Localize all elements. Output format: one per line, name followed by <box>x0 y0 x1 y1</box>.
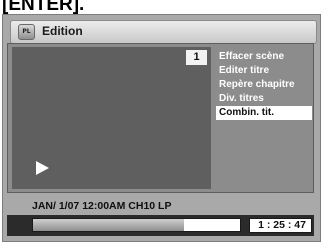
menu-item-div-titres[interactable]: Div. titres <box>216 92 312 106</box>
elapsed-time: 1 : 25 : 47 <box>249 218 312 233</box>
menu-item-editer-titre[interactable]: Editer titre <box>216 64 312 78</box>
menu-item-repere-chapitre[interactable]: Repère chapitre <box>216 78 312 92</box>
progress-bar[interactable] <box>32 218 241 232</box>
edit-menu: Effacer scène Editer titre Repère chapit… <box>216 50 312 120</box>
play-icon <box>36 161 49 175</box>
playlist-icon: PL <box>18 24 35 40</box>
page-title: Edition <box>42 24 83 38</box>
menu-item-combin-tit[interactable]: Combin. tit. <box>216 106 312 120</box>
menu-item-effacer-scene[interactable]: Effacer scène <box>216 50 312 64</box>
scene-number-badge: 1 <box>186 50 207 65</box>
progress-fill <box>33 219 185 231</box>
title-bar: PL Edition <box>10 20 317 44</box>
video-preview: 1 <box>12 47 211 189</box>
recording-info: JAN/ 1/07 12:00AM CH10 LP <box>32 200 172 212</box>
